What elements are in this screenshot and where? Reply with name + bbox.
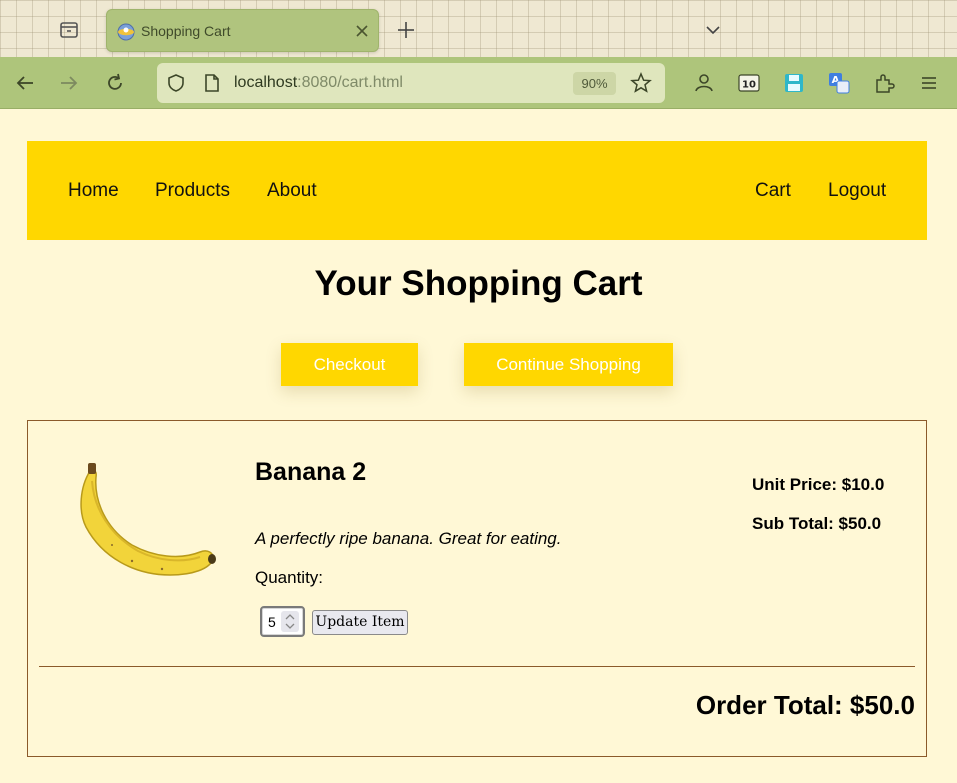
quantity-stepper[interactable]: 5 [260,606,305,637]
back-icon[interactable] [14,72,36,94]
sub-total: Sub Total: $50.0 [752,514,882,533]
chevron-down-icon[interactable] [703,20,723,40]
checkout-button[interactable]: Checkout [281,343,418,386]
product-name: Banana 2 [255,458,367,486]
svg-text:10: 10 [742,80,756,91]
extension-counter-icon[interactable]: 10 [738,72,760,94]
new-tab-icon[interactable] [396,20,416,40]
account-icon[interactable] [693,72,715,94]
browser-tab-active[interactable]: Shopping Cart [106,9,379,52]
tab-list-icon[interactable] [58,19,80,41]
translate-icon[interactable]: A [828,72,850,94]
browser-toolbar: localhost:8080/cart.html 90% 10 A [0,57,957,109]
update-item-button[interactable]: Update Item [312,610,408,635]
url-host: localhost [234,74,298,91]
bookmark-star-icon[interactable] [630,72,652,94]
spinner-arrows-icon[interactable] [281,611,299,632]
order-total: Order Total: $50.0 [695,690,915,720]
close-tab-icon[interactable] [353,22,371,40]
address-bar[interactable]: localhost:8080/cart.html 90% [157,63,665,103]
url-text[interactable]: localhost:8080/cart.html [234,74,403,92]
extensions-puzzle-icon[interactable] [873,72,895,94]
tab-title: Shopping Cart [141,23,231,39]
unit-price: Unit Price: $10.0 [752,475,885,494]
nav-link-cart[interactable]: Cart [755,180,791,202]
site-header: Home Products About Cart Logout [27,141,927,240]
tab-strip: Shopping Cart [0,0,957,57]
reload-icon[interactable] [104,72,126,94]
divider [39,666,915,667]
favicon-icon [117,23,135,41]
url-path: :8080/cart.html [297,74,403,91]
nav-link-about[interactable]: About [267,180,317,202]
zoom-level-badge[interactable]: 90% [573,72,616,95]
forward-icon[interactable] [58,72,80,94]
product-description: A perfectly ripe banana. Great for eatin… [255,529,562,548]
quantity-value: 5 [268,614,276,630]
banana-product-image [80,463,216,576]
page-title: Your Shopping Cart [314,264,643,303]
nav-link-products[interactable]: Products [155,180,230,202]
shield-icon[interactable] [166,73,186,93]
cart-container: Banana 2 A perfectly ripe banana. Great … [27,420,927,757]
page-info-icon[interactable] [203,73,221,93]
nav-link-logout[interactable]: Logout [828,180,886,202]
quantity-label: Quantity: [255,568,324,587]
nav-link-home[interactable]: Home [68,180,119,202]
menu-icon[interactable] [918,72,940,94]
continue-shopping-button[interactable]: Continue Shopping [464,343,673,386]
save-page-icon[interactable] [783,72,805,94]
